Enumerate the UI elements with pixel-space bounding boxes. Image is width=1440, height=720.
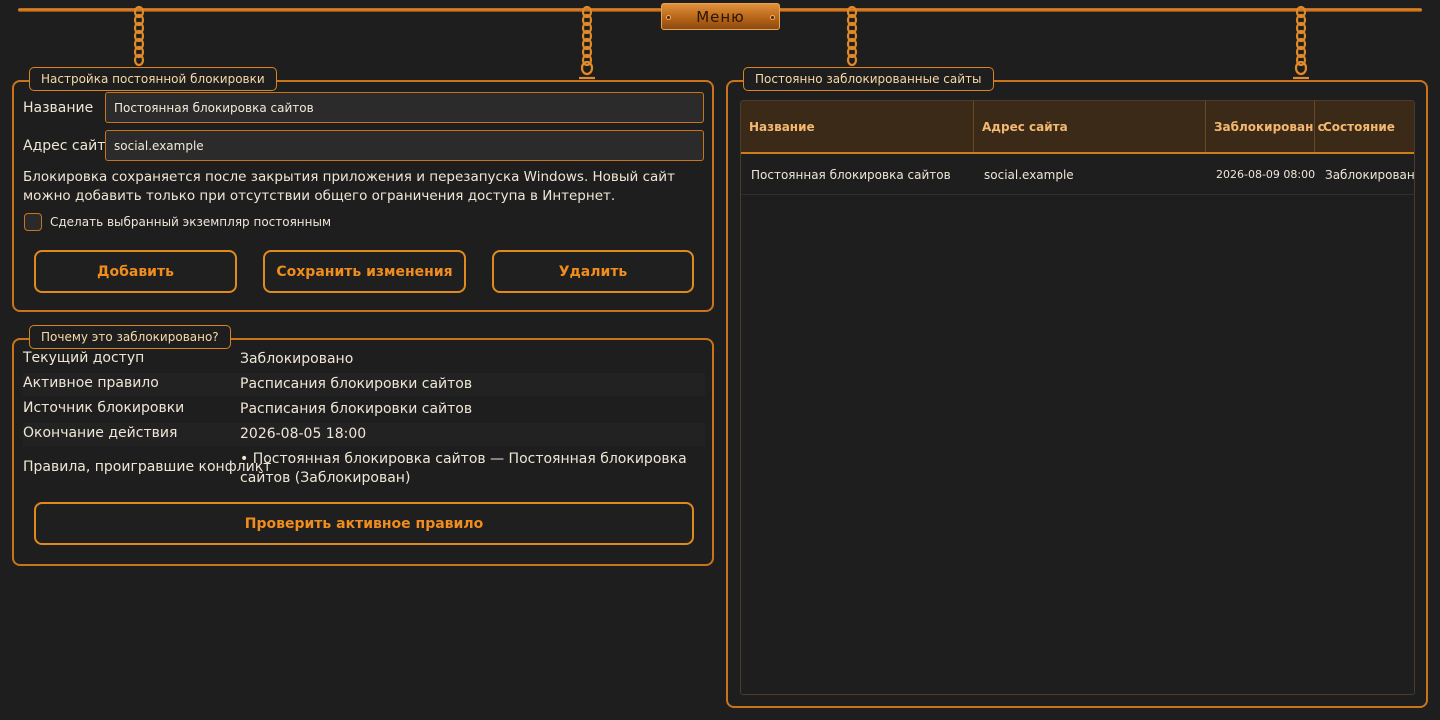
info-row-key: Правила, проигравшие конфликт bbox=[23, 459, 272, 475]
info-row-value: Расписания блокировки сайтов bbox=[240, 376, 473, 392]
info-row-value: 2026-08-05 18:00 bbox=[240, 426, 367, 442]
rivet-icon bbox=[770, 15, 775, 20]
check-active-rule-button[interactable]: Проверить активное правило bbox=[34, 502, 694, 545]
info-row-value: Расписания блокировки сайтов bbox=[240, 401, 473, 417]
table-header: Название Адрес сайта Заблокирован с Сост… bbox=[741, 101, 1414, 154]
info-row-key: Окончание действия bbox=[23, 425, 178, 441]
chain-decoration bbox=[846, 6, 858, 66]
cell-status: Заблокирован bbox=[1325, 167, 1415, 182]
name-input[interactable] bbox=[105, 92, 704, 123]
chain-decoration bbox=[133, 6, 145, 66]
site-address-input[interactable] bbox=[105, 130, 704, 161]
rivet-icon bbox=[666, 15, 671, 20]
menu-button-label: Меню bbox=[696, 7, 745, 26]
delete-button[interactable]: Удалить bbox=[492, 250, 694, 293]
why-panel-title: Почему это заблокировано? bbox=[29, 325, 231, 349]
make-permanent-label: Сделать выбранный экземпляр постоянным bbox=[50, 215, 332, 229]
info-row-value: • Постоянная блокировка сайтов — Постоян… bbox=[240, 451, 687, 486]
address-label: Адрес сайта bbox=[23, 138, 115, 154]
make-permanent-checkbox[interactable] bbox=[24, 213, 42, 231]
add-button[interactable]: Добавить bbox=[34, 250, 237, 293]
table-row[interactable]: Постоянная блокировка сайтов social.exam… bbox=[741, 154, 1414, 195]
info-row: Активное правило Расписания блокировки с… bbox=[23, 373, 705, 396]
blocked-sites-panel: Постоянно заблокированные сайты Название… bbox=[726, 67, 1428, 708]
info-row-key: Активное правило bbox=[23, 375, 159, 391]
why-blocked-panel: Почему это заблокировано? Текущий доступ… bbox=[12, 325, 714, 566]
sites-panel-title: Постоянно заблокированные сайты bbox=[743, 67, 994, 91]
info-row: Источник блокировки Расписания блокировк… bbox=[23, 400, 705, 422]
permanent-block-settings-panel: Настройка постоянной блокировки Название… bbox=[12, 67, 714, 312]
menu-button[interactable]: Меню bbox=[661, 3, 780, 30]
info-text: Блокировка сохраняется после закрытия пр… bbox=[23, 169, 675, 204]
column-header-address[interactable]: Адрес сайта bbox=[974, 101, 1206, 152]
info-row-key: Источник блокировки bbox=[23, 400, 185, 416]
blocked-sites-table: Название Адрес сайта Заблокирован с Сост… bbox=[740, 100, 1415, 695]
column-header-status[interactable]: Состояние bbox=[1315, 101, 1414, 152]
column-header-name[interactable]: Название bbox=[741, 101, 974, 152]
info-row: Правила, проигравшие конфликт • Постоянн… bbox=[23, 450, 705, 490]
info-row: Текущий доступ Заблокировано bbox=[23, 350, 705, 372]
chain-decoration bbox=[579, 6, 595, 80]
info-row-value: Заблокировано bbox=[240, 351, 354, 367]
settings-panel-title: Настройка постоянной блокировки bbox=[29, 67, 277, 91]
column-header-blocked-since[interactable]: Заблокирован с bbox=[1206, 101, 1325, 152]
name-label: Название bbox=[23, 100, 94, 116]
cell-name: Постоянная блокировка сайтов bbox=[751, 167, 951, 182]
info-row-key: Текущий доступ bbox=[23, 350, 145, 366]
save-changes-button[interactable]: Сохранить изменения bbox=[263, 250, 466, 293]
chain-decoration bbox=[1293, 6, 1309, 80]
cell-address: social.example bbox=[984, 167, 1074, 182]
cell-blocked-since: 2026-08-09 08:00 bbox=[1216, 168, 1315, 181]
info-row: Окончание действия 2026-08-05 18:00 bbox=[23, 423, 705, 446]
